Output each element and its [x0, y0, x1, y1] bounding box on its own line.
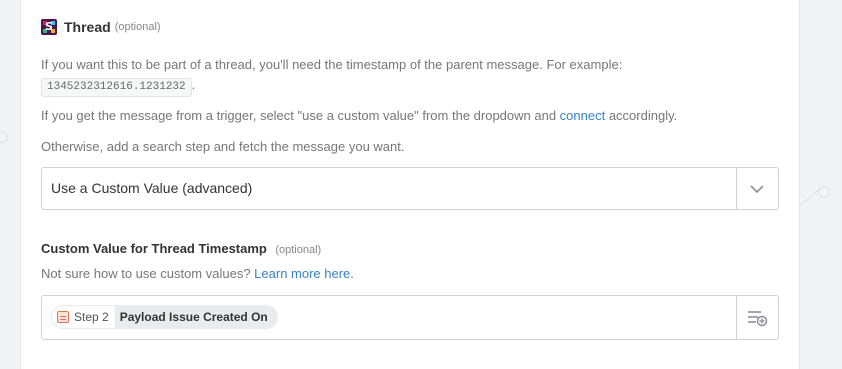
custom-value-input[interactable]: Step 2 Payload Issue Created On	[41, 295, 779, 340]
webhook-app-icon	[57, 311, 69, 323]
thread-label: Thread	[64, 19, 111, 35]
thread-example: 1345232312616.1231232.	[41, 76, 195, 97]
dropdown-selected-value: Use a Custom Value (advanced)	[51, 180, 253, 196]
connect-link[interactable]: connect	[560, 108, 606, 123]
thread-source-dropdown[interactable]: Use a Custom Value (advanced)	[41, 167, 779, 210]
thread-help-text: If you want this to be part of a thread,…	[41, 57, 623, 72]
pill-step: Step 2	[52, 306, 115, 328]
insert-field-icon[interactable]	[742, 306, 772, 330]
input-divider	[736, 296, 737, 339]
thread-help-trigger: If you get the message from a trigger, s…	[41, 108, 678, 123]
mapped-field-pill[interactable]: Step 2 Payload Issue Created On	[51, 305, 278, 329]
learn-more-link[interactable]: Learn more here.	[254, 266, 354, 281]
pill-step-label: Step 2	[74, 310, 109, 324]
thread-help-search: Otherwise, add a search step and fetch t…	[41, 139, 405, 154]
custom-value-field-header: Custom Value for Thread Timestamp (optio…	[41, 240, 321, 258]
slack-icon: S	[41, 19, 57, 35]
optional-tag: (optional)	[275, 244, 322, 256]
example-timestamp-code: 1345232312616.1231232	[41, 78, 192, 97]
pill-field-name: Payload Issue Created On	[119, 310, 268, 324]
thread-field-header: S Thread (optional)	[41, 19, 161, 35]
custom-value-help: Not sure how to use custom values? Learn…	[41, 266, 354, 281]
background-decoration	[0, 131, 8, 143]
form-panel: S Thread (optional) If you want this to …	[20, 0, 800, 369]
dropdown-divider	[736, 168, 737, 209]
optional-tag: (optional)	[114, 21, 161, 33]
custom-value-label: Custom Value for Thread Timestamp	[41, 241, 267, 256]
chevron-down-icon[interactable]	[742, 178, 772, 200]
